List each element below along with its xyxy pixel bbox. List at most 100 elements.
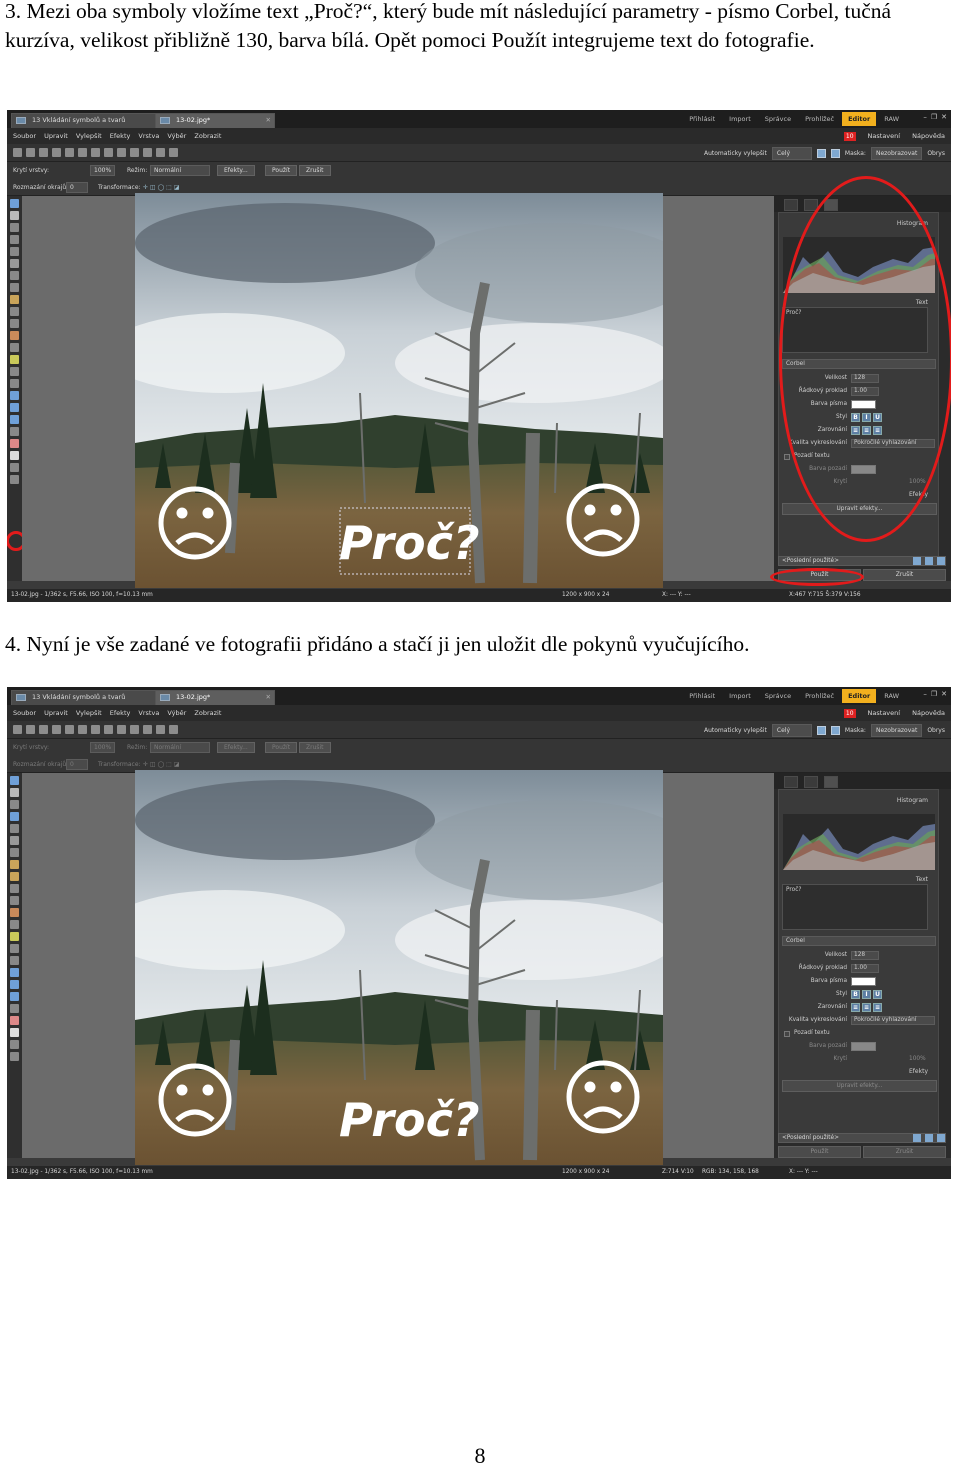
makeover-tool-icon[interactable]: [10, 307, 19, 316]
menu-select[interactable]: Výběr: [167, 128, 186, 144]
italic-button[interactable]: I: [862, 990, 871, 999]
retouch-tool-icon[interactable]: [10, 908, 19, 917]
eraser-tool-icon[interactable]: [10, 367, 19, 376]
redo-icon[interactable]: [78, 148, 87, 157]
notification-badge[interactable]: 10: [843, 131, 856, 141]
histogram-header[interactable]: Histogram: [897, 797, 928, 804]
text-color-swatch[interactable]: [851, 977, 876, 986]
screen-icon[interactable]: [169, 148, 178, 157]
text-section-header[interactable]: Text: [916, 876, 928, 883]
more-tools-icon[interactable]: [10, 475, 19, 484]
rotate-icon[interactable]: [143, 148, 152, 157]
reset-icon[interactable]: [937, 1134, 945, 1142]
close-icon[interactable]: ✕: [266, 114, 271, 127]
color-tool-icon[interactable]: [10, 968, 19, 977]
straighten-tool-icon[interactable]: [10, 271, 19, 280]
pan-tool-icon[interactable]: [10, 211, 19, 220]
save-preset-icon[interactable]: [913, 557, 921, 565]
menu-settings[interactable]: Nastavení: [868, 705, 901, 721]
menu-help[interactable]: Nápověda: [912, 128, 945, 144]
cancel-button[interactable]: Zrušit: [299, 165, 331, 176]
font-select[interactable]: Corbel: [782, 936, 936, 946]
bold-button[interactable]: B: [851, 990, 860, 999]
menu-view[interactable]: Zobrazit: [194, 705, 221, 721]
menu-settings[interactable]: Nastavení: [868, 128, 901, 144]
print-icon[interactable]: [52, 148, 61, 157]
mode-manager[interactable]: Správce: [759, 112, 797, 126]
panel-apply-button[interactable]: Použít: [778, 1146, 861, 1158]
stamp-tool-icon[interactable]: [10, 463, 19, 472]
mode-viewer[interactable]: Prohlížeč: [799, 112, 840, 126]
panel-tab-adjust[interactable]: [784, 199, 798, 211]
bg-checkbox[interactable]: [784, 1031, 790, 1037]
mode-raw[interactable]: RAW: [878, 689, 905, 703]
auto-enhance-button[interactable]: Automaticky vylepšit: [704, 148, 767, 159]
menu-file[interactable]: Soubor: [13, 705, 36, 721]
blend-mode-select[interactable]: Normální: [150, 165, 210, 176]
minimize-icon[interactable]: –: [923, 690, 927, 698]
menu-layer[interactable]: Vrstva: [138, 128, 159, 144]
menu-edit[interactable]: Upravit: [44, 705, 68, 721]
forward-icon[interactable]: [26, 725, 35, 734]
pen-tool-icon[interactable]: [10, 415, 19, 424]
bgcolor-swatch[interactable]: [851, 1042, 876, 1051]
opacity-field[interactable]: 100%: [90, 742, 116, 753]
back-icon[interactable]: [13, 148, 22, 157]
gradient-tool-icon[interactable]: [10, 1004, 19, 1013]
crop-tool-icon[interactable]: [10, 836, 19, 845]
mode-raw[interactable]: RAW: [878, 112, 905, 126]
menu-layer[interactable]: Vrstva: [138, 705, 159, 721]
mode-editor[interactable]: Editor: [842, 689, 877, 703]
effects-button[interactable]: Efekty...: [217, 742, 255, 753]
retouch-tool-icon[interactable]: [10, 331, 19, 340]
blend-mode-select[interactable]: Normální: [150, 742, 210, 753]
replace-tool-icon[interactable]: [10, 343, 19, 352]
forward-icon[interactable]: [26, 148, 35, 157]
maximize-icon[interactable]: ❐: [931, 690, 937, 698]
clone-tool-icon[interactable]: [10, 319, 19, 328]
zoom-select[interactable]: Celý: [771, 724, 812, 737]
brush-tool-icon[interactable]: [10, 355, 19, 364]
effects-section-header[interactable]: Efekty: [909, 1068, 928, 1075]
stamp-tool-icon[interactable]: [10, 1040, 19, 1049]
pen-tool-icon[interactable]: [10, 992, 19, 1001]
undo-icon[interactable]: [65, 725, 74, 734]
crop-tool-icon[interactable]: [10, 259, 19, 268]
menu-edit[interactable]: Upravit: [44, 128, 68, 144]
leading-field[interactable]: 1.00: [851, 964, 879, 973]
save-icon[interactable]: [39, 148, 48, 157]
symbol-tool-icon[interactable]: [10, 439, 19, 448]
back-icon[interactable]: [13, 725, 22, 734]
fill-tool-icon[interactable]: [10, 956, 19, 965]
fit-icon[interactable]: [816, 149, 826, 158]
copy-icon[interactable]: [91, 148, 100, 157]
mode-login[interactable]: Přihlásit: [683, 689, 721, 703]
menu-effects[interactable]: Efekty: [110, 128, 131, 144]
align-left-icon[interactable]: ≡: [851, 1003, 860, 1012]
cancel-button[interactable]: Zrušit: [299, 742, 331, 753]
size-field[interactable]: 128: [851, 951, 879, 960]
screen-icon[interactable]: [169, 725, 178, 734]
quality-select[interactable]: Pokročilé vyhlazování: [851, 1016, 935, 1025]
edit-effects-button[interactable]: Upravit efekty...: [782, 1080, 937, 1092]
zoom-tool-icon[interactable]: [10, 199, 19, 208]
panel-cancel-button[interactable]: Zrušit: [863, 569, 946, 581]
resize-icon[interactable]: [130, 148, 139, 157]
bg-checkbox[interactable]: [784, 454, 790, 460]
canvas-text-why[interactable]: Proč?: [339, 516, 480, 570]
symbol-tool-icon[interactable]: [10, 1016, 19, 1025]
makeover-tool-icon[interactable]: [10, 884, 19, 893]
menu-select[interactable]: Výběr: [167, 705, 186, 721]
layers-icon[interactable]: [156, 148, 165, 157]
red-eye-tool-icon[interactable]: [10, 295, 19, 304]
menu-enhance[interactable]: Vylepšit: [76, 128, 102, 144]
close-window-icon[interactable]: ✕: [941, 690, 947, 698]
straighten-tool-icon[interactable]: [10, 848, 19, 857]
text-tool-icon[interactable]: [10, 1028, 19, 1037]
crop-icon[interactable]: [117, 725, 126, 734]
close-window-icon[interactable]: ✕: [941, 113, 947, 121]
lasso-tool-icon[interactable]: [10, 824, 19, 833]
minimize-icon[interactable]: –: [923, 113, 927, 121]
move-tool-icon[interactable]: [10, 235, 19, 244]
apply-button[interactable]: Použít: [265, 165, 298, 176]
